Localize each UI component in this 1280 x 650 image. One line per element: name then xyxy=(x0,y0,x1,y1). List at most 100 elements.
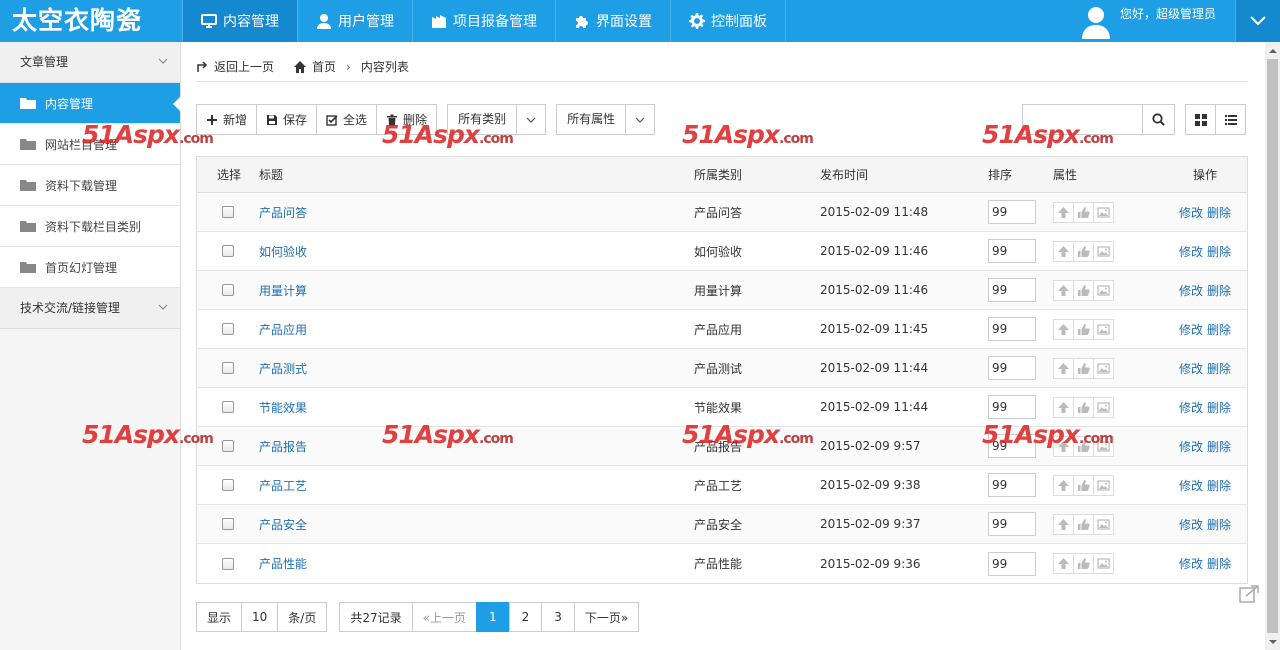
sidebar-item-site-columns[interactable]: 网站栏目管理 xyxy=(0,124,180,165)
page-2-button[interactable]: 2 xyxy=(508,602,543,632)
row-title-link[interactable]: 产品性能 xyxy=(259,555,307,572)
image-button[interactable] xyxy=(1093,318,1114,340)
sort-input[interactable]: 99 xyxy=(988,473,1036,497)
delete-link[interactable]: 删除 xyxy=(1207,204,1231,221)
row-title-link[interactable]: 用量计算 xyxy=(259,282,307,299)
recommend-button[interactable] xyxy=(1073,435,1094,457)
top-button[interactable] xyxy=(1053,513,1074,535)
prev-page-button[interactable]: «上一页 xyxy=(411,602,477,632)
row-checkbox[interactable] xyxy=(222,518,234,530)
top-button[interactable] xyxy=(1053,279,1074,301)
row-title-link[interactable]: 节能效果 xyxy=(259,399,307,416)
delete-link[interactable]: 删除 xyxy=(1207,438,1231,455)
recommend-button[interactable] xyxy=(1073,318,1094,340)
image-button[interactable] xyxy=(1093,201,1114,223)
next-page-button[interactable]: 下一页» xyxy=(573,602,640,632)
nav-content-management[interactable]: 内容管理 xyxy=(182,0,297,42)
scrollbar-thumb[interactable] xyxy=(1267,59,1278,633)
vertical-scrollbar[interactable] xyxy=(1265,42,1280,650)
recommend-button[interactable] xyxy=(1073,201,1094,223)
recommend-button[interactable] xyxy=(1073,240,1094,262)
sort-input[interactable]: 99 xyxy=(988,317,1036,341)
page-3-button[interactable]: 3 xyxy=(541,602,575,632)
recommend-button[interactable] xyxy=(1073,553,1094,574)
image-button[interactable] xyxy=(1093,435,1114,457)
edit-link[interactable]: 修改 xyxy=(1179,243,1203,260)
sidebar-group-links[interactable]: 技术交流/链接管理 xyxy=(0,288,180,329)
sidebar-item-slideshow[interactable]: 首页幻灯管理 xyxy=(0,247,180,288)
user-info[interactable]: 您好，超级管理员 xyxy=(1080,0,1235,42)
row-checkbox[interactable] xyxy=(222,557,234,570)
scroll-up-arrow-icon[interactable] xyxy=(1265,42,1280,58)
top-button[interactable] xyxy=(1053,318,1074,340)
scroll-down-arrow-icon[interactable] xyxy=(1265,634,1280,650)
delete-link[interactable]: 删除 xyxy=(1207,477,1231,494)
row-title-link[interactable]: 产品测式 xyxy=(259,360,307,377)
breadcrumb-home[interactable]: 首页 xyxy=(294,58,336,75)
search-input[interactable] xyxy=(1023,105,1143,134)
row-title-link[interactable]: 产品报告 xyxy=(259,438,307,455)
image-button[interactable] xyxy=(1093,279,1114,301)
delete-button[interactable]: 删除 xyxy=(376,104,438,135)
page-size-select[interactable]: 10 xyxy=(241,602,279,632)
recommend-button[interactable] xyxy=(1073,396,1094,418)
image-button[interactable] xyxy=(1093,396,1114,418)
top-button[interactable] xyxy=(1053,357,1074,379)
sidebar-item-content[interactable]: 内容管理 xyxy=(0,83,181,124)
sort-input[interactable]: 99 xyxy=(988,278,1036,302)
sort-input[interactable]: 99 xyxy=(988,512,1036,536)
row-title-link[interactable]: 如何验收 xyxy=(259,243,307,260)
search-button[interactable] xyxy=(1143,105,1174,134)
edit-link[interactable]: 修改 xyxy=(1179,555,1203,572)
row-checkbox[interactable] xyxy=(222,323,234,335)
row-checkbox[interactable] xyxy=(222,245,234,257)
attribute-select[interactable]: 所有属性 xyxy=(556,104,656,135)
delete-link[interactable]: 删除 xyxy=(1207,243,1231,260)
recommend-button[interactable] xyxy=(1073,279,1094,301)
row-title-link[interactable]: 产品安全 xyxy=(259,516,307,533)
category-select[interactable]: 所有类别 xyxy=(447,104,547,135)
sort-input[interactable]: 99 xyxy=(988,434,1036,458)
delete-link[interactable]: 删除 xyxy=(1207,399,1231,416)
nav-control-panel[interactable]: 控制面板 xyxy=(670,0,786,42)
sort-input[interactable]: 99 xyxy=(988,551,1036,576)
row-title-link[interactable]: 产品应用 xyxy=(259,321,307,338)
list-view-button[interactable] xyxy=(1215,104,1246,135)
edit-link[interactable]: 修改 xyxy=(1179,438,1203,455)
delete-link[interactable]: 删除 xyxy=(1207,321,1231,338)
delete-link[interactable]: 删除 xyxy=(1207,282,1231,299)
row-checkbox[interactable] xyxy=(222,284,234,296)
select-all-button[interactable]: 全选 xyxy=(316,104,378,135)
sort-input[interactable]: 99 xyxy=(988,200,1036,224)
top-button[interactable] xyxy=(1053,396,1074,418)
brand-logo[interactable]: 太空衣陶瓷 xyxy=(0,0,181,42)
user-menu-toggle[interactable] xyxy=(1235,0,1280,42)
edit-link[interactable]: 修改 xyxy=(1179,399,1203,416)
top-button[interactable] xyxy=(1053,553,1074,574)
nav-interface-settings[interactable]: 界面设置 xyxy=(555,0,670,42)
top-button[interactable] xyxy=(1053,474,1074,496)
nav-user-management[interactable]: 用户管理 xyxy=(297,0,412,42)
row-checkbox[interactable] xyxy=(222,440,234,452)
row-checkbox[interactable] xyxy=(222,206,234,218)
sidebar-item-downloads[interactable]: 资料下载管理 xyxy=(0,165,180,206)
image-button[interactable] xyxy=(1093,474,1114,496)
top-button[interactable] xyxy=(1053,435,1074,457)
nav-project-report[interactable]: 项目报备管理 xyxy=(412,0,555,42)
recommend-button[interactable] xyxy=(1073,474,1094,496)
row-checkbox[interactable] xyxy=(222,479,234,491)
edit-link[interactable]: 修改 xyxy=(1179,321,1203,338)
image-button[interactable] xyxy=(1093,357,1114,379)
page-1-button[interactable]: 1 xyxy=(475,602,510,632)
sort-input[interactable]: 99 xyxy=(988,239,1036,263)
row-title-link[interactable]: 产品工艺 xyxy=(259,477,307,494)
add-button[interactable]: 新增 xyxy=(196,104,258,135)
sidebar-item-download-categories[interactable]: 资料下载栏目类别 xyxy=(0,206,180,247)
image-button[interactable] xyxy=(1093,240,1114,262)
row-checkbox[interactable] xyxy=(222,401,234,413)
top-button[interactable] xyxy=(1053,240,1074,262)
save-button[interactable]: 保存 xyxy=(256,104,318,135)
sort-input[interactable]: 99 xyxy=(988,395,1036,419)
expand-icon[interactable] xyxy=(1238,584,1260,604)
row-checkbox[interactable] xyxy=(222,362,234,374)
